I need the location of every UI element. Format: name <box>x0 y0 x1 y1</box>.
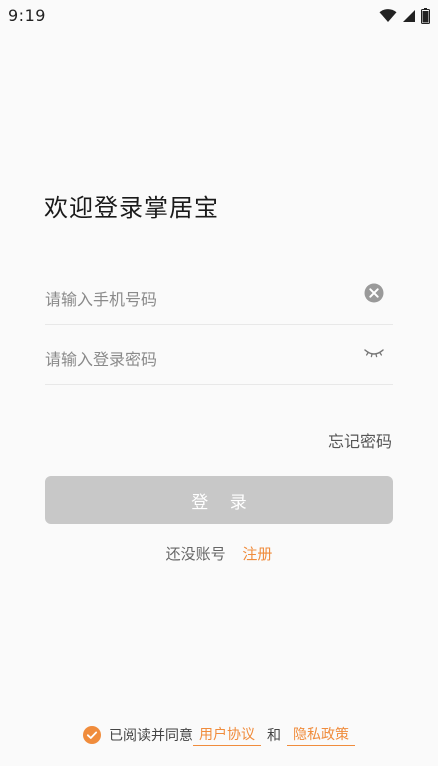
password-field-row <box>45 322 393 385</box>
agreement-row: 已阅读并同意 用户协议 和 隐私政策 <box>0 724 438 746</box>
status-bar: 9:19 <box>0 0 438 32</box>
wifi-icon <box>379 9 397 23</box>
password-input[interactable] <box>45 344 345 374</box>
login-button[interactable]: 登 录 <box>45 476 393 524</box>
phone-field-row <box>45 262 393 325</box>
user-agreement-link[interactable]: 用户协议 <box>193 724 261 746</box>
phone-input[interactable] <box>45 284 345 314</box>
privacy-policy-link[interactable]: 隐私政策 <box>287 724 355 746</box>
signal-icon <box>402 9 416 23</box>
agreement-prefix: 已阅读并同意 <box>109 728 193 744</box>
register-link[interactable]: 注册 <box>242 545 272 563</box>
agree-checkbox[interactable] <box>83 726 101 744</box>
forgot-password-link[interactable]: 忘记密码 <box>328 428 392 452</box>
register-row: 还没账号 注册 <box>0 543 438 564</box>
agreement-and: 和 <box>267 728 281 744</box>
eye-closed-icon[interactable] <box>363 342 385 364</box>
clear-icon[interactable] <box>363 282 385 304</box>
no-account-text: 还没账号 <box>165 545 226 563</box>
status-time: 9:19 <box>8 6 46 25</box>
page-title: 欢迎登录掌居宝 <box>44 194 219 222</box>
battery-icon <box>421 8 430 24</box>
status-icons <box>379 6 430 26</box>
